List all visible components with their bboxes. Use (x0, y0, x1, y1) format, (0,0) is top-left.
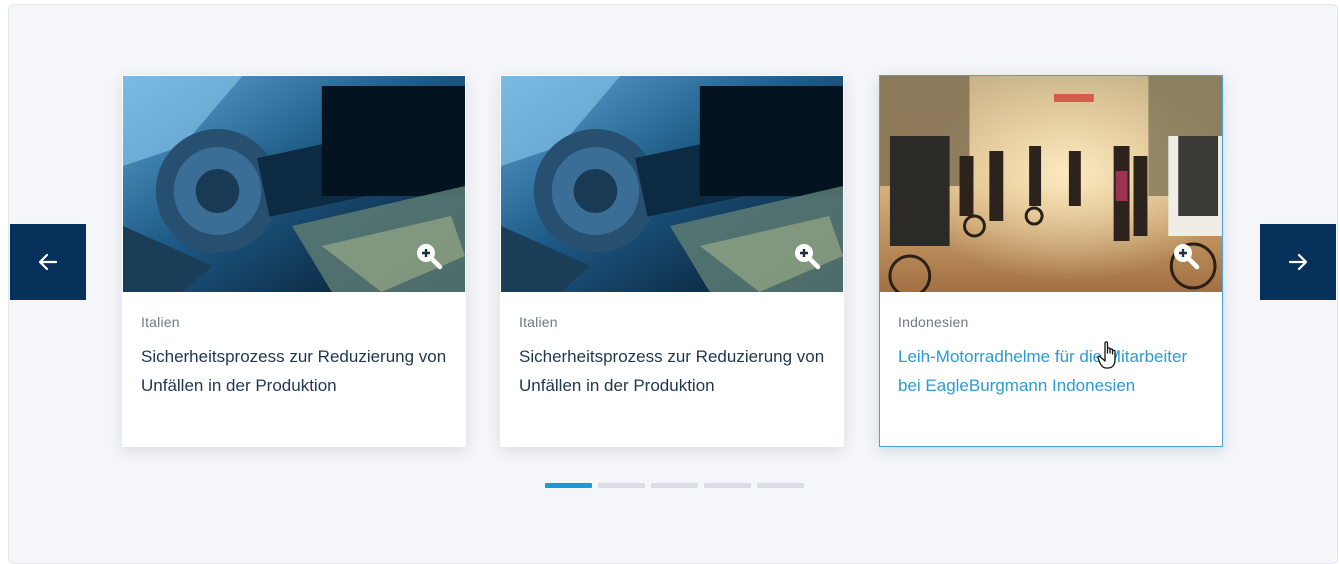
card-image[interactable] (501, 76, 843, 292)
zoom-in-icon[interactable] (415, 242, 443, 270)
arrow-right-icon (1288, 253, 1308, 271)
pagination-dot-5[interactable] (757, 483, 804, 488)
industrial-machine-photo (123, 76, 465, 292)
street-traffic-photo (880, 76, 1222, 292)
carousel-card[interactable]: Indonesien Leih-Motorradhelme für die Mi… (879, 75, 1223, 447)
card-image[interactable] (123, 76, 465, 292)
pagination-dot-4[interactable] (704, 483, 751, 488)
card-title[interactable]: Sicherheitsprozess zur Reduzierung von U… (519, 342, 825, 400)
hand-pointer-cursor-icon (1097, 341, 1116, 369)
card-country: Italien (141, 314, 180, 330)
card-country: Italien (519, 314, 558, 330)
pagination-dot-3[interactable] (651, 483, 698, 488)
pagination-dot-1[interactable] (545, 483, 592, 488)
carousel-next-button[interactable] (1260, 224, 1336, 300)
zoom-in-icon[interactable] (1172, 242, 1200, 270)
zoom-in-icon[interactable] (793, 242, 821, 270)
carousel-card[interactable]: Italien Sicherheitsprozess zur Reduzieru… (500, 75, 844, 447)
card-image[interactable] (880, 76, 1222, 292)
arrow-left-icon (38, 253, 58, 271)
pagination-dot-2[interactable] (598, 483, 645, 488)
carousel-card[interactable]: Italien Sicherheitsprozess zur Reduzieru… (122, 75, 466, 447)
card-country: Indonesien (898, 314, 969, 330)
carousel-prev-button[interactable] (10, 224, 86, 300)
carousel-pagination (545, 483, 804, 488)
industrial-machine-photo (501, 76, 843, 292)
card-title[interactable]: Sicherheitsprozess zur Reduzierung von U… (141, 342, 447, 400)
card-title[interactable]: Leih-Motorradhelme für die Mitarbeiter b… (898, 342, 1204, 400)
